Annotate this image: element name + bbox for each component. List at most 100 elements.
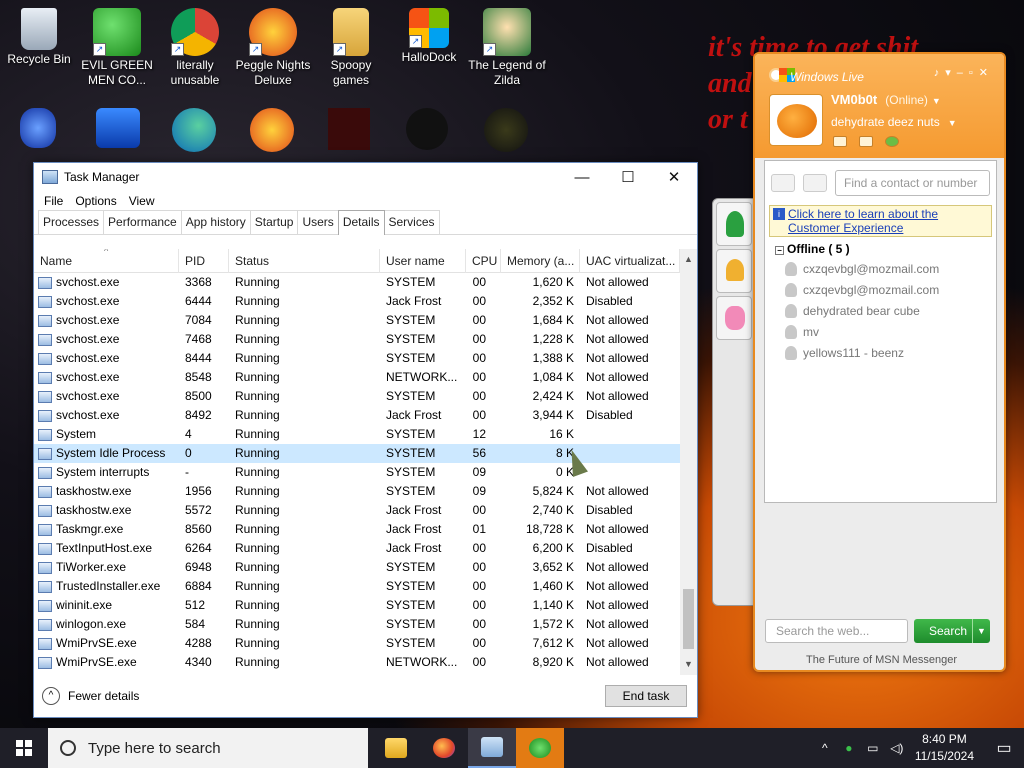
msn-username[interactable]: VM0b0t (Online) ▼ — [831, 92, 941, 107]
column-header-status[interactable]: Status — [229, 249, 380, 273]
column-header-cpu[interactable]: CPU — [466, 249, 501, 273]
mail-icon[interactable] — [833, 136, 847, 147]
table-row[interactable]: svchost.exe 6444 Running Jack Frost 00 2,352 … — [34, 292, 697, 311]
desktop-icon-hallodock[interactable]: ↗ HalloDock — [390, 8, 468, 65]
contact-item[interactable]: dehydrated bear cube — [765, 300, 996, 321]
vertical-scrollbar[interactable]: ▲ ▼ — [680, 249, 697, 675]
tray-overflow-icon[interactable]: ^ — [817, 740, 833, 756]
process-icon — [38, 637, 52, 650]
process-user: Jack Frost — [386, 294, 442, 308]
table-row[interactable]: TextInputHost.exe 6264 Running Jack Frost 00… — [34, 539, 697, 558]
table-row[interactable]: svchost.exe 8492 Running Jack Frost 00 3,944 … — [34, 406, 697, 425]
web-search-button[interactable]: Search ▼ — [914, 619, 990, 643]
column-header-pid[interactable]: PID — [179, 249, 229, 273]
customer-experience-link[interactable]: i Click here to learn about the Customer … — [769, 205, 992, 237]
scroll-thumb[interactable] — [683, 589, 694, 649]
table-row[interactable]: svchost.exe 8548 Running NETWORK... 00 1,084 … — [34, 368, 697, 387]
tab-details[interactable]: Details — [337, 210, 385, 235]
contact-item[interactable]: yellows111 - beenz — [765, 342, 996, 363]
table-row[interactable]: System Idle Process 0 Running SYSTEM 56 8 K — [34, 444, 697, 463]
process-name: svchost.exe — [34, 387, 179, 406]
contact-group-offline[interactable]: − Offline ( 5 ) — [765, 237, 996, 258]
table-row[interactable]: taskhostw.exe 1956 Running SYSTEM 09 5,824 K N… — [34, 482, 697, 501]
contact-item[interactable]: mv — [765, 321, 996, 342]
menu-options[interactable]: Options — [69, 194, 122, 208]
contact-item[interactable]: cxzqevbgl@mozmail.com — [765, 258, 996, 279]
taskbar-task-manager[interactable] — [468, 728, 516, 768]
msn-tray-icon[interactable]: ● — [841, 740, 857, 756]
table-row[interactable]: System 4 Running SYSTEM 12 16 K — [34, 425, 697, 444]
desktop-icon-chrome[interactable]: ↗ literally unusable — [156, 8, 234, 88]
minimize-button[interactable]: — — [559, 163, 605, 191]
end-task-button[interactable]: End task — [605, 685, 687, 707]
collapse-icon[interactable]: − — [775, 246, 784, 255]
desktop-icon-legend-of-zilda[interactable]: ↗ The Legend of Zilda — [468, 8, 546, 88]
table-row[interactable]: winlogon.exe 584 Running SYSTEM 00 1,572 K Not… — [34, 615, 697, 634]
table-row[interactable]: WmiPrvSE.exe 4340 Running NETWORK... 00 8,920… — [34, 653, 697, 672]
taskbar-firefox[interactable] — [420, 728, 468, 768]
xbox-icon[interactable] — [885, 136, 899, 147]
fewer-details-button[interactable]: ^ Fewer details — [42, 687, 139, 705]
desktop-icon-recycle-bin[interactable]: Recycle Bin — [0, 8, 78, 67]
tab-users[interactable]: Users — [297, 210, 339, 234]
tab-processes[interactable]: Processes — [38, 210, 105, 234]
menu-file[interactable]: File — [38, 194, 69, 208]
tab-performance[interactable]: Performance — [103, 210, 182, 234]
table-row[interactable]: svchost.exe 8444 Running SYSTEM 00 1,388 K Not… — [34, 349, 697, 368]
side-tab-alerts[interactable] — [716, 249, 752, 293]
find-contact-input[interactable]: Find a contact or number — [835, 170, 990, 196]
desktop-icon-spoopy-games[interactable]: ↗ Spoopy games — [312, 8, 390, 88]
taskbar-file-explorer[interactable] — [372, 728, 420, 768]
clock[interactable]: 8:40 PM 11/15/2024 — [915, 731, 974, 765]
table-row[interactable]: svchost.exe 7084 Running SYSTEM 00 1,684 K Not… — [34, 311, 697, 330]
table-row[interactable]: taskhostw.exe 5572 Running Jack Frost 00 2,74… — [34, 501, 697, 520]
msn-window-controls[interactable]: ♪▾–▫✕ — [934, 66, 994, 79]
side-tab-contacts[interactable] — [716, 202, 752, 246]
add-contact-icon[interactable] — [771, 174, 795, 192]
msn-avatar[interactable] — [769, 94, 823, 146]
network-icon[interactable]: ▭ — [865, 740, 881, 756]
tab-services[interactable]: Services — [383, 210, 440, 234]
scroll-up-icon[interactable]: ▲ — [680, 251, 697, 268]
rdp-icon[interactable] — [406, 108, 448, 150]
folder-icon[interactable] — [859, 136, 873, 147]
notification-center-icon[interactable]: ▭ — [984, 728, 1024, 768]
list-options-icon[interactable] — [803, 174, 827, 192]
table-row[interactable]: svchost.exe 3368 Running SYSTEM 00 1,620 K Not… — [34, 273, 697, 292]
msn-status[interactable]: (Online) — [885, 93, 928, 107]
task-manager-titlebar[interactable]: Task Manager — ☐ ✕ — [34, 163, 697, 191]
table-row[interactable]: Taskmgr.exe 8560 Running Jack Frost 01 18,728… — [34, 520, 697, 539]
table-row[interactable]: wininit.exe 512 Running SYSTEM 00 1,140 K Not … — [34, 596, 697, 615]
close-button[interactable]: ✕ — [651, 163, 697, 191]
contact-item[interactable]: cxzqevbgl@mozmail.com — [765, 279, 996, 300]
web-search-input[interactable]: Search the web... — [765, 619, 908, 643]
table-row[interactable]: TiWorker.exe 6948 Running SYSTEM 00 3,652 K No… — [34, 558, 697, 577]
column-header-uac[interactable]: UAC virtualizat... — [580, 249, 680, 273]
tab-startup[interactable]: Startup — [249, 210, 299, 234]
scroll-down-icon[interactable]: ▼ — [680, 656, 697, 673]
bejeweled-icon[interactable] — [20, 108, 56, 148]
side-tab-stickers[interactable] — [716, 296, 752, 340]
maximize-button[interactable]: ☐ — [605, 163, 651, 191]
flash-icon[interactable] — [328, 108, 370, 150]
table-row[interactable]: System interrupts - Running SYSTEM 09 0 K — [34, 463, 697, 482]
table-row[interactable]: svchost.exe 8500 Running SYSTEM 00 2,424 K Not… — [34, 387, 697, 406]
table-row[interactable]: TrustedInstaller.exe 6884 Running SYSTEM 00 1… — [34, 577, 697, 596]
taskbar-search-box[interactable]: Type here to search — [48, 728, 368, 768]
column-header-user[interactable]: User name — [380, 249, 466, 273]
tab-app-history[interactable]: App history — [180, 210, 251, 234]
peggle-icon-2[interactable] — [250, 108, 294, 152]
volume-icon[interactable]: ◁) — [889, 740, 905, 756]
column-header-memory[interactable]: Memory (a... — [501, 249, 580, 273]
table-row[interactable]: svchost.exe 7468 Running SYSTEM 00 1,228 K Not… — [34, 330, 697, 349]
desktop-icon-evil-green-men[interactable]: ↗ EVIL GREEN MEN CO... — [78, 8, 156, 88]
start-button[interactable] — [0, 728, 48, 768]
yashma-icon[interactable] — [484, 108, 528, 152]
edge-icon[interactable] — [172, 108, 216, 152]
menu-view[interactable]: View — [123, 194, 161, 208]
table-row[interactable]: WmiPrvSE.exe 4288 Running SYSTEM 00 7,612 K No… — [34, 634, 697, 653]
mpl-icon[interactable] — [96, 108, 140, 148]
desktop-icon-peggle[interactable]: ↗ Peggle Nights Deluxe — [234, 8, 312, 88]
taskbar-msn-messenger[interactable] — [516, 728, 564, 768]
msn-personal-message[interactable]: dehydrate deez nuts ▼ — [831, 115, 957, 129]
